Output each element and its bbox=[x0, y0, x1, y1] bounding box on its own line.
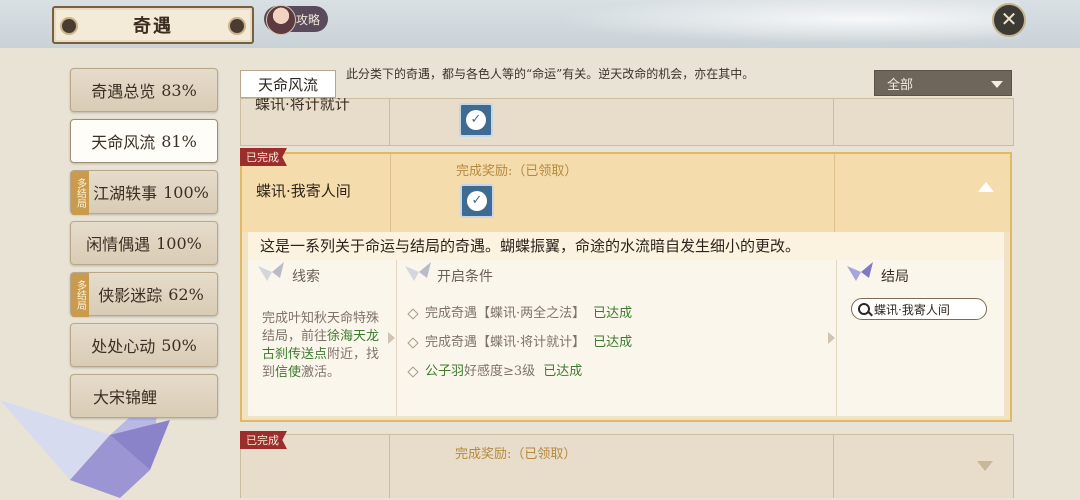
condition-item: 公子羽好感度≥3级 已达成 bbox=[407, 360, 583, 379]
sky-decoration bbox=[500, 0, 1020, 48]
ending-section: 结局 蝶讯·我寄人间 bbox=[836, 260, 1005, 416]
chevron-right-icon bbox=[388, 332, 395, 344]
category-dasong[interactable]: 大宋锦鲤 bbox=[70, 374, 218, 418]
condition-npc: 公子羽 bbox=[425, 364, 465, 379]
ending-link[interactable]: 蝶讯·我寄人间 bbox=[851, 298, 987, 320]
clue-heading: 线索 bbox=[292, 269, 320, 285]
list-item[interactable]: 已完成 完成奖励:（已领取） bbox=[240, 431, 1014, 498]
guide-button[interactable]: 攻略 bbox=[264, 5, 328, 35]
encounter-details: 线索 完成叶知秋天命特殊结局，前往徐海天龙古刹传送点附近，找到信使激活。 开启条… bbox=[248, 260, 1004, 416]
ending-heading: 结局 bbox=[881, 269, 909, 285]
category-percent: 81% bbox=[161, 131, 197, 151]
category-chuchu[interactable]: 处处心动 50% bbox=[70, 323, 218, 367]
divider bbox=[389, 99, 390, 145]
ending-name: 蝶讯·我寄人间 bbox=[874, 302, 950, 317]
encounter-name: 蝶讯·我寄人间 bbox=[256, 182, 351, 200]
search-icon bbox=[858, 303, 870, 315]
window-title: 奇遇 bbox=[133, 16, 173, 37]
condition-item: 完成奇遇【蝶讯·两全之法】 已达成 bbox=[407, 302, 633, 321]
category-jianghu[interactable]: 多结局 江湖轶事 100% bbox=[70, 170, 218, 215]
paper-crane-icon bbox=[847, 262, 873, 281]
list-item-expanded[interactable]: 蝶讯·我寄人间 完成奖励:（已领取） ✓ 已完成 这是一系列关于命运与结局的奇遇… bbox=[240, 148, 1012, 422]
condition-item: 完成奇遇【蝶讯·将计就计】 已达成 bbox=[407, 331, 633, 350]
paper-crane-icon bbox=[405, 262, 431, 281]
diamond-bullet-icon bbox=[407, 307, 419, 320]
category-label: 处处心动 bbox=[91, 337, 156, 356]
category-xiaying[interactable]: 多结局 侠影迷踪 62% bbox=[70, 272, 218, 317]
category-xianqing[interactable]: 闲情偶遇 100% bbox=[70, 221, 218, 265]
close-button[interactable]: ✕ bbox=[992, 3, 1026, 37]
condition-status: 已达成 bbox=[593, 306, 633, 321]
window-title-plate: 奇遇 bbox=[52, 6, 254, 44]
completed-tag: 已完成 bbox=[240, 148, 287, 166]
category-label: 大宋锦鲤 bbox=[93, 388, 158, 407]
conditions-heading: 开启条件 bbox=[437, 269, 493, 285]
reward-claimed-icon: ✓ bbox=[460, 184, 494, 218]
divider bbox=[390, 154, 391, 232]
chevron-down-icon bbox=[991, 81, 1003, 88]
category-percent: 62% bbox=[168, 284, 204, 304]
filter-dropdown[interactable]: 全部 bbox=[874, 70, 1012, 96]
encounter-name: 蝶讯·将计就计 bbox=[255, 98, 350, 113]
condition-status: 已达成 bbox=[543, 364, 583, 379]
category-label: 闲情偶遇 bbox=[86, 235, 151, 254]
category-description: 此分类下的奇遇，都与各色人等的“命运”有关。逆天改命的机会，亦在其中。 bbox=[346, 67, 755, 81]
paper-crane-icon bbox=[258, 262, 284, 281]
clue-npc: 信使 bbox=[275, 365, 302, 380]
reward-claimed-icon: ✓ bbox=[459, 103, 493, 137]
category-label: 侠影迷踪 bbox=[98, 286, 163, 305]
ornament-icon bbox=[60, 17, 78, 35]
divider bbox=[389, 435, 390, 498]
condition-status: 已达成 bbox=[593, 335, 633, 350]
divider bbox=[833, 99, 834, 145]
category-percent: 100% bbox=[163, 182, 209, 202]
encounter-list[interactable]: 蝶讯·将计就计 ✓ 蝶讯·我寄人间 完成奖励:（已领取） ✓ 已完成 这是一系列… bbox=[240, 98, 1014, 498]
category-percent: 83% bbox=[161, 80, 197, 100]
current-category-label: 天命风流 bbox=[240, 70, 336, 98]
diamond-bullet-icon bbox=[407, 365, 419, 378]
reward-status: 完成奖励:（已领取） bbox=[456, 164, 578, 179]
category-label: 奇遇总览 bbox=[91, 82, 156, 101]
conditions-section: 开启条件 完成奇遇【蝶讯·两全之法】 已达成 完成奇遇【蝶讯·将计就计】 已达成 公… bbox=[396, 260, 827, 416]
completed-tag: 已完成 bbox=[240, 431, 287, 449]
close-icon: ✕ bbox=[1000, 7, 1018, 31]
category-label: 江湖轶事 bbox=[93, 184, 158, 203]
diamond-bullet-icon bbox=[407, 336, 419, 349]
category-overview[interactable]: 奇遇总览 83% bbox=[70, 68, 218, 112]
reward-status: 完成奖励:（已领取） bbox=[455, 447, 577, 462]
encounter-summary: 这是一系列关于命运与结局的奇遇。蝴蝶振翼，命途的水流暗自发生细小的更改。 bbox=[248, 232, 1004, 260]
expand-arrow-icon[interactable] bbox=[977, 461, 993, 471]
category-percent: 50% bbox=[161, 335, 197, 355]
multi-ending-tag: 多结局 bbox=[71, 273, 89, 317]
category-percent: 100% bbox=[156, 233, 202, 253]
collapse-arrow-icon[interactable] bbox=[978, 182, 994, 192]
clue-text: 完成叶知秋天命特殊结局，前往徐海天龙古刹传送点附近，找到信使激活。 bbox=[262, 311, 380, 380]
multi-ending-tag: 多结局 bbox=[71, 171, 89, 215]
category-label: 天命风流 bbox=[91, 133, 156, 152]
divider bbox=[834, 154, 835, 232]
guide-label: 攻略 bbox=[296, 12, 321, 27]
filter-value: 全部 bbox=[887, 77, 914, 93]
card-header[interactable]: 蝶讯·我寄人间 完成奖励:（已领取） ✓ bbox=[242, 154, 1010, 232]
avatar bbox=[266, 5, 296, 35]
category-tianming[interactable]: 天命风流 81% bbox=[70, 119, 218, 163]
ornament-icon bbox=[228, 17, 246, 35]
chevron-right-icon bbox=[828, 332, 835, 344]
clue-section: 线索 完成叶知秋天命特殊结局，前往徐海天龙古刹传送点附近，找到信使激活。 bbox=[248, 260, 388, 416]
list-item[interactable]: 蝶讯·将计就计 ✓ bbox=[240, 98, 1014, 146]
divider bbox=[833, 435, 834, 498]
